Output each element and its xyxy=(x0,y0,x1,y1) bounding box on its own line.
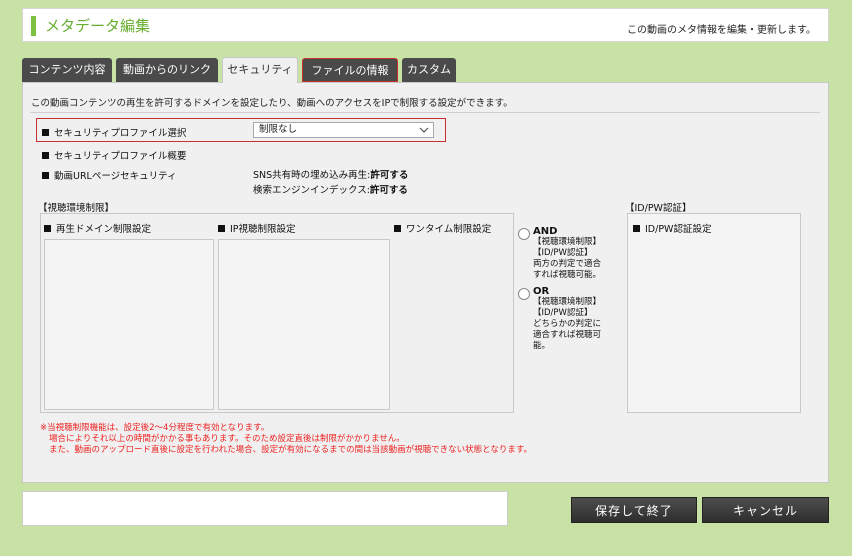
square-bullet-icon xyxy=(633,225,640,232)
domain-restrict-list[interactable] xyxy=(44,239,214,410)
tab-content[interactable]: コンテンツ内容 xyxy=(22,58,112,82)
idpw-title: 【ID/PW認証】 xyxy=(625,203,692,214)
chevron-down-icon xyxy=(419,127,429,133)
save-and-exit-button[interactable]: 保存して終了 xyxy=(571,497,697,523)
profile-select-row: セキュリティプロファイル選択 xyxy=(42,125,186,139)
square-bullet-icon xyxy=(394,225,401,232)
url-security-label: 動画URLページセキュリティ xyxy=(54,171,177,182)
domain-restrict-header: 再生ドメイン制限設定 xyxy=(44,221,151,235)
or-description: OR 【視聴環境制限】 【ID/PW認証】 どちらかの判定に 適合すれば視聴可 … xyxy=(533,286,601,352)
idpw-setting-header: ID/PW認証設定 xyxy=(633,221,711,235)
and-line-4: すれば視聴可能。 xyxy=(533,270,602,280)
note-line-2: 場合によりそれ以上の時間がかかる事もあります。そのため設定直後は制限がかかりませ… xyxy=(49,434,405,444)
or-line-1: 【視聴環境制限】 xyxy=(533,297,602,307)
and-radio[interactable] xyxy=(518,228,530,240)
page-header: メタデータ編集 この動画のメタ情報を編集・更新します。 xyxy=(22,8,829,42)
tab-security[interactable]: セキュリティ xyxy=(222,57,298,83)
url-security-row: 動画URLページセキュリティ xyxy=(42,168,177,182)
or-line-5: 能。 xyxy=(533,341,551,351)
restriction-notes: ※当視聴制限機能は、設定後2～4分程度で有効となります。 場合によりそれ以上の時… xyxy=(40,423,532,456)
search-index-label: 検索エンジンインデックス: xyxy=(253,185,370,196)
tab-file-info[interactable]: ファイルの情報 xyxy=(302,58,398,82)
note-line-3: また、動画のアップロード直後に設定を行われた場合、設定が有効になるまでの間は当該… xyxy=(49,445,532,455)
profile-select-label: セキュリティプロファイル選択 xyxy=(54,128,187,139)
security-intro: この動画コンテンツの再生を許可するドメインを設定したり、動画へのアクセスをIPで… xyxy=(31,98,513,109)
or-line-3: どちらかの判定に xyxy=(533,319,602,329)
page-description: この動画のメタ情報を編集・更新します。 xyxy=(627,25,816,36)
and-line-3: 両方の判定で適合 xyxy=(533,259,602,269)
idpw-setting-label: ID/PW認証設定 xyxy=(645,224,712,235)
idpw-box[interactable] xyxy=(627,213,801,413)
ip-restrict-label: IP視聴制限設定 xyxy=(230,224,296,235)
square-bullet-icon xyxy=(44,225,51,232)
and-description: AND 【視聴環境制限】 【ID/PW認証】 両方の判定で適合 すれば視聴可能。 xyxy=(533,226,601,281)
tab-custom[interactable]: カスタム xyxy=(402,58,456,82)
square-bullet-icon xyxy=(218,225,225,232)
cancel-button[interactable]: キャンセル xyxy=(702,497,829,523)
or-title: OR xyxy=(533,286,550,297)
and-line-1: 【視聴環境制限】 xyxy=(533,237,602,247)
square-bullet-icon xyxy=(42,152,49,159)
square-bullet-icon xyxy=(42,129,49,136)
note-line-1: ※当視聴制限機能は、設定後2～4分程度で有効となります。 xyxy=(40,423,270,433)
or-radio[interactable] xyxy=(518,288,530,300)
tab-links[interactable]: 動画からのリンク xyxy=(116,58,218,82)
header-accent-bar xyxy=(31,16,36,36)
profile-select-value: 制限なし xyxy=(259,124,298,135)
sns-embed-label: SNS共有時の埋め込み再生: xyxy=(253,170,371,181)
and-line-2: 【ID/PW認証】 xyxy=(533,248,593,258)
ip-restrict-header: IP視聴制限設定 xyxy=(218,221,296,235)
page-title: メタデータ編集 xyxy=(45,17,151,35)
search-index-status: 検索エンジンインデックス:許可する xyxy=(253,182,408,196)
viewing-env-title: 【視聴環境制限】 xyxy=(38,203,115,214)
onetime-restrict-label: ワンタイム制限設定 xyxy=(406,224,492,235)
profile-summary-label: セキュリティプロファイル概要 xyxy=(54,151,187,162)
or-line-4: 適合すれば視聴可 xyxy=(533,330,602,340)
message-area xyxy=(22,491,508,526)
onetime-restrict-header: ワンタイム制限設定 xyxy=(394,221,491,235)
domain-restrict-label: 再生ドメイン制限設定 xyxy=(56,224,152,235)
and-title: AND xyxy=(533,226,558,237)
sns-embed-status: SNS共有時の埋め込み再生:許可する xyxy=(253,167,408,181)
ip-restrict-list[interactable] xyxy=(218,239,390,410)
square-bullet-icon xyxy=(42,172,49,179)
or-line-2: 【ID/PW認証】 xyxy=(533,308,593,318)
profile-summary-row: セキュリティプロファイル概要 xyxy=(42,148,186,162)
sns-embed-value: 許可する xyxy=(370,170,409,181)
search-index-value: 許可する xyxy=(369,185,408,196)
divider xyxy=(30,112,820,113)
profile-select[interactable]: 制限なし xyxy=(253,122,434,138)
